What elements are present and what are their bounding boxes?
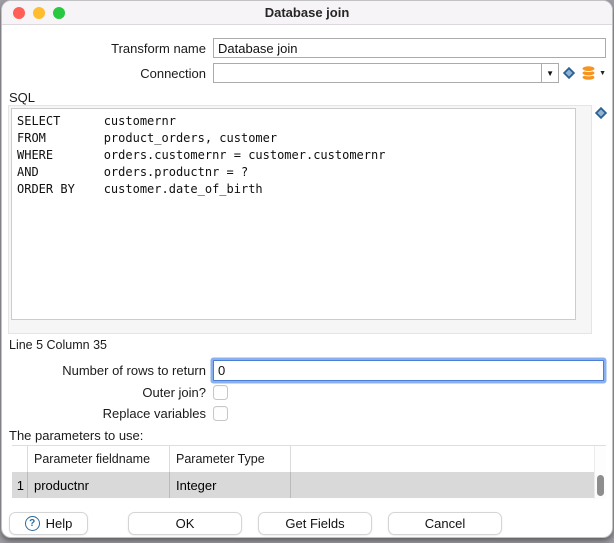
outer-join-label: Outer join? bbox=[2, 385, 206, 400]
sql-variable-diamond-icon bbox=[594, 106, 608, 120]
replace-variables-row: Replace variables bbox=[2, 406, 606, 420]
parameters-label: The parameters to use: bbox=[9, 428, 143, 443]
connection-input[interactable] bbox=[214, 64, 541, 82]
parameters-header-row: Parameter fieldname Parameter Type bbox=[12, 446, 606, 472]
outer-join-checkbox[interactable] bbox=[213, 385, 228, 400]
ok-button[interactable]: OK bbox=[128, 512, 242, 535]
sql-editor-frame: SELECT customernr FROM product_orders, c… bbox=[8, 105, 592, 334]
database-menu[interactable]: ▼ bbox=[580, 65, 606, 81]
window-title: Database join bbox=[2, 1, 612, 25]
cancel-button[interactable]: Cancel bbox=[388, 512, 502, 535]
connection-combo[interactable]: ▼ bbox=[213, 63, 559, 83]
type-column-header[interactable]: Parameter Type bbox=[169, 446, 290, 472]
transform-name-label: Transform name bbox=[2, 41, 206, 56]
fieldname-cell[interactable]: productnr bbox=[27, 472, 169, 498]
get-fields-button[interactable]: Get Fields bbox=[258, 512, 372, 535]
sql-label: SQL bbox=[9, 90, 35, 105]
empty-column-header bbox=[290, 446, 606, 472]
connection-row: Connection ▼ ▼ bbox=[2, 63, 606, 83]
rows-to-return-row: Number of rows to return bbox=[2, 359, 606, 381]
transform-name-row: Transform name bbox=[2, 38, 606, 58]
transform-name-input[interactable] bbox=[213, 38, 606, 58]
sql-editor[interactable]: SELECT customernr FROM product_orders, c… bbox=[11, 108, 576, 320]
table-row[interactable]: 1 productnr Integer bbox=[12, 472, 606, 498]
database-icon[interactable] bbox=[580, 65, 597, 81]
help-icon: ? bbox=[25, 516, 40, 531]
outer-join-row: Outer join? bbox=[2, 385, 606, 399]
get-fields-button-label: Get Fields bbox=[285, 516, 344, 531]
database-menu-caret-icon[interactable]: ▼ bbox=[599, 70, 606, 77]
type-cell[interactable]: Integer bbox=[169, 472, 290, 498]
table-scrollbar-thumb[interactable] bbox=[597, 475, 604, 496]
cancel-button-label: Cancel bbox=[425, 516, 465, 531]
replace-variables-label: Replace variables bbox=[2, 406, 206, 421]
help-button[interactable]: ? Help bbox=[9, 512, 88, 535]
fieldname-column-header[interactable]: Parameter fieldname bbox=[27, 446, 169, 472]
connection-label: Connection bbox=[2, 66, 206, 81]
help-button-label: Help bbox=[46, 516, 73, 531]
sql-text[interactable]: SELECT customernr FROM product_orders, c… bbox=[12, 109, 575, 198]
ok-button-label: OK bbox=[176, 516, 195, 531]
variable-diamond-icon[interactable] bbox=[562, 66, 576, 80]
row-number-cell: 1 bbox=[12, 478, 27, 493]
titlebar: Database join bbox=[2, 1, 612, 25]
replace-variables-checkbox[interactable] bbox=[213, 406, 228, 421]
table-scrollbar[interactable] bbox=[594, 446, 606, 499]
connection-dropdown-icon[interactable]: ▼ bbox=[541, 64, 558, 82]
cursor-position-status: Line 5 Column 35 bbox=[9, 338, 107, 352]
rows-to-return-label: Number of rows to return bbox=[2, 363, 206, 378]
empty-cell bbox=[290, 472, 606, 498]
parameters-table: Parameter fieldname Parameter Type 1 pro… bbox=[12, 445, 606, 499]
database-join-dialog: Database join Transform name Connection … bbox=[1, 0, 613, 538]
rows-to-return-input[interactable] bbox=[213, 360, 604, 381]
